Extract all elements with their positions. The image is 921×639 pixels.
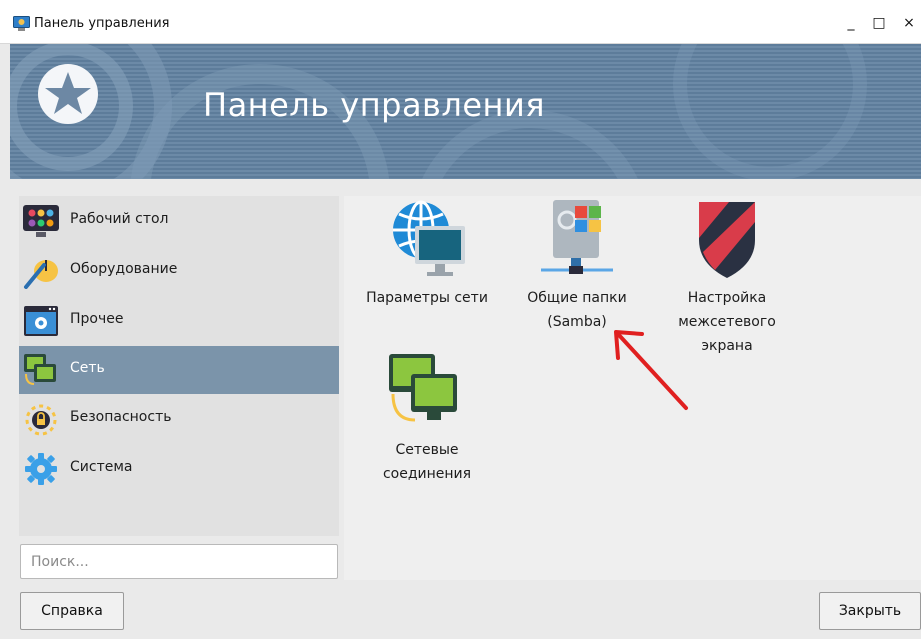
applet-label: Сетевые соединения <box>382 442 472 482</box>
sidebar-item-misc[interactable]: Прочее <box>19 297 339 345</box>
banner-title: Панель управления <box>203 86 546 124</box>
window-title: Панель управления <box>34 16 170 31</box>
firewall-icon <box>699 202 755 278</box>
system-gear-icon <box>25 453 57 485</box>
samba-shares-icon <box>541 200 613 274</box>
control-panel-window: Панель управления _ □ × Панель управлени… <box>0 0 921 639</box>
control-panel-app-icon <box>13 16 30 31</box>
sidebar-item-label: Прочее <box>70 311 124 327</box>
maximize-button[interactable]: □ <box>868 12 890 34</box>
minimize-button[interactable]: _ <box>840 12 862 34</box>
sidebar-item-desktop[interactable]: Рабочий стол <box>19 197 339 245</box>
sidebar-item-label: Сеть <box>70 360 105 376</box>
network-settings-icon <box>393 200 465 276</box>
network-icon <box>24 354 56 385</box>
sidebar-item-security[interactable]: Безопасность <box>19 395 339 443</box>
applet-network-connections[interactable]: Сетевые соединения <box>352 350 502 486</box>
header-banner: Панель управления <box>10 44 921 179</box>
sidebar-item-label: Рабочий стол <box>70 211 169 227</box>
sidebar-item-label: Безопасность <box>70 409 172 425</box>
category-sidebar: Рабочий стол Оборудование Прочее Сеть Бе… <box>19 196 339 536</box>
applet-network-settings[interactable]: Параметры сети <box>352 198 502 310</box>
close-window-button[interactable]: × <box>898 12 920 34</box>
desktop-icon <box>23 205 59 237</box>
help-button[interactable]: Справка <box>20 592 124 630</box>
sidebar-item-label: Система <box>70 459 133 475</box>
hardware-icon <box>24 260 58 289</box>
network-connections-icon <box>389 354 457 422</box>
applet-samba-shares[interactable]: Общие папки (Samba) <box>502 198 652 334</box>
annotation-arrow <box>614 330 688 410</box>
misc-icon <box>24 306 58 336</box>
sidebar-item-hardware[interactable]: Оборудование <box>19 247 339 295</box>
security-icon <box>25 404 57 436</box>
close-button[interactable]: Закрыть <box>819 592 921 630</box>
sidebar-item-label: Оборудование <box>70 261 178 277</box>
sidebar-item-network[interactable]: Сеть <box>19 346 339 394</box>
sidebar-item-system[interactable]: Система <box>19 445 339 493</box>
applet-label: Параметры сети <box>366 290 488 306</box>
title-bar[interactable]: Панель управления _ □ × <box>0 0 921 44</box>
search-input[interactable] <box>20 544 338 579</box>
applets-grid: Параметры сети Общие папки (Samba) Настр… <box>344 196 921 580</box>
